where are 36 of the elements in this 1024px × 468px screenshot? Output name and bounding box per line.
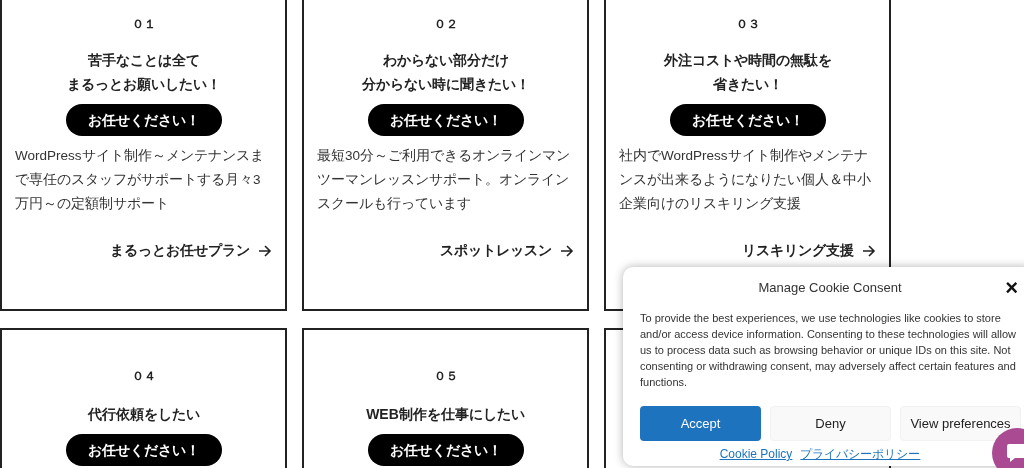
cta-button[interactable]: お任せください！	[367, 434, 524, 466]
cta-button[interactable]: お任せください！	[65, 434, 222, 466]
card-description: 社内でWordPressサイト制作やメンテナンスが出来るようになりたい個人＆中小企業向けのリスキリング支援	[619, 147, 872, 213]
cta-button[interactable]: お任せください！	[65, 104, 222, 136]
card-link[interactable]: リスキリング支援	[742, 240, 876, 261]
policy-link[interactable]: プライバシーポリシー	[800, 447, 921, 461]
card-title: 外注コストや時間の無駄を	[663, 51, 832, 70]
policy-link[interactable]: Cookie Policy	[719, 447, 793, 461]
cta-button[interactable]: お任せください！	[367, 104, 524, 136]
consent-text: To provide the best experiences, we use technologies like cookies to store and/or access device information. Consenting to these technologies will allow us to process data such as browsing behavior or unique IDs on this site. Not consenting or withdrawing consent, may adversely affect certain features and functions.	[640, 311, 1018, 390]
consent-button[interactable]: Deny	[770, 406, 891, 441]
card-number: ０２	[433, 16, 458, 32]
chat-bubble-icon	[1006, 442, 1024, 464]
cta-button[interactable]: お任せください！	[669, 104, 826, 136]
card-title: 分からない時に聞きたい！	[361, 75, 530, 94]
arrow-right-icon	[258, 244, 272, 257]
card-description: WordPressサイト制作～メンテナンスまで専任のスタッフがサポートする月々3万円～の定額制サポート	[15, 147, 265, 213]
card-title: WEB制作を仕事にしたい	[366, 405, 525, 424]
card-title: 代行依頼をしたい	[87, 405, 200, 424]
card-title: まるっとお願いしたい！	[66, 75, 221, 94]
card-number: ０３	[735, 16, 760, 32]
card-description: 最短30分～ご利用できるオンラインマンツーマンレッスンサポート。オンラインスクールも行っています	[317, 147, 572, 213]
consent-button[interactable]: Accept	[640, 406, 761, 441]
card-title: 苦手なことは全て	[87, 51, 200, 70]
dialog-title: Manage Cookie Consent	[758, 279, 902, 297]
card-number: ０５	[433, 368, 458, 384]
arrow-right-icon	[862, 244, 876, 257]
consent-button[interactable]: View preferences	[900, 406, 1021, 441]
close-button[interactable]: ×	[1005, 277, 1018, 299]
card-link[interactable]: スポットレッスン	[440, 240, 574, 261]
card-number: ０４	[131, 368, 156, 384]
card-title: 省きたい！	[712, 75, 783, 94]
card-link[interactable]: まるっとお任せプラン	[110, 240, 272, 261]
arrow-right-icon	[560, 244, 574, 257]
card-number: ０１	[131, 16, 156, 32]
card-title: わからない部分だけ	[382, 51, 509, 70]
